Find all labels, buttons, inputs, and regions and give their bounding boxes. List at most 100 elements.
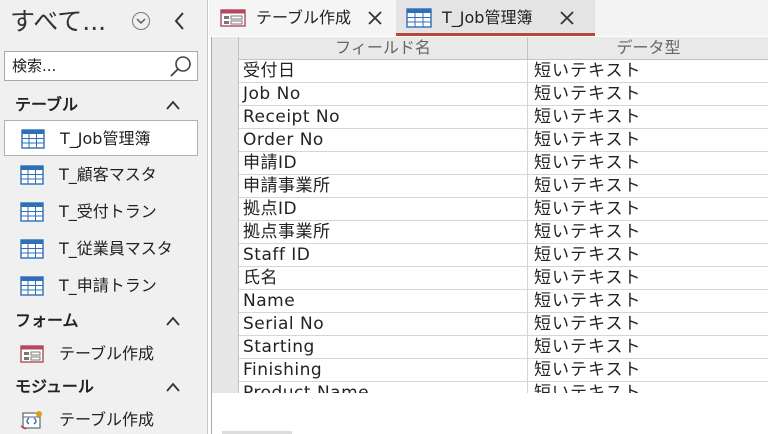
data-type-cell[interactable]: 短いテキスト: [528, 175, 768, 198]
column-header-field-name[interactable]: フィールド名: [239, 37, 528, 60]
table-row[interactable]: Name 短いテキスト: [212, 290, 768, 313]
data-type-cell[interactable]: 短いテキスト: [528, 313, 768, 336]
group-label: モジュール: [15, 377, 94, 396]
data-type-cell[interactable]: 短いテキスト: [528, 221, 768, 244]
nav-item-t-job[interactable]: T_Job管理簿: [4, 120, 198, 156]
tab-label: テーブル作成: [256, 8, 352, 27]
data-type-cell[interactable]: 短いテキスト: [528, 106, 768, 129]
nav-item-t-customer[interactable]: T_顧客マスタ: [4, 157, 198, 193]
field-name-cell[interactable]: Order No: [239, 129, 528, 152]
table-row[interactable]: 申請事業所 短いテキスト: [212, 175, 768, 198]
nav-item-module-create-table[interactable]: テーブル作成: [4, 402, 198, 434]
data-type-cell[interactable]: 短いテキスト: [528, 129, 768, 152]
table-row[interactable]: Order No 短いテキスト: [212, 129, 768, 152]
data-type-cell[interactable]: 短いテキスト: [528, 60, 768, 83]
table-icon: [20, 165, 44, 185]
column-header-data-type[interactable]: データ型: [528, 37, 768, 60]
field-name-cell[interactable]: Finishing: [239, 359, 528, 382]
nav-item-label: T_Job管理簿: [60, 129, 151, 148]
table-row[interactable]: 拠点ID 短いテキスト: [212, 198, 768, 221]
field-name-cell[interactable]: 氏名: [239, 267, 528, 290]
row-selector[interactable]: [212, 129, 239, 152]
data-type-cell[interactable]: 短いテキスト: [528, 267, 768, 290]
data-type-cell[interactable]: 短いテキスト: [528, 152, 768, 175]
row-selector[interactable]: [212, 221, 239, 244]
group-header-forms[interactable]: フォーム: [0, 306, 208, 336]
row-selector[interactable]: [212, 106, 239, 129]
grid-header-row: フィールド名 データ型: [212, 37, 768, 60]
search-icon[interactable]: [168, 54, 194, 78]
table-row[interactable]: 拠点事業所 短いテキスト: [212, 221, 768, 244]
select-all-corner[interactable]: [212, 37, 239, 60]
row-selector[interactable]: [212, 336, 239, 359]
search-input[interactable]: [5, 52, 165, 80]
data-type-cell[interactable]: 短いテキスト: [528, 359, 768, 382]
field-name-cell[interactable]: 申請事業所: [239, 175, 528, 198]
close-icon[interactable]: [366, 9, 384, 27]
search-box: [4, 51, 198, 81]
row-selector[interactable]: [212, 382, 239, 393]
field-name-cell[interactable]: Name: [239, 290, 528, 313]
nav-item-t-reception[interactable]: T_受付トラン: [4, 194, 198, 230]
table-icon: [406, 8, 432, 28]
nav-item-t-application[interactable]: T_申請トラン: [4, 268, 198, 304]
row-selector[interactable]: [212, 198, 239, 221]
table-icon: [20, 276, 44, 296]
field-name-cell[interactable]: Starting: [239, 336, 528, 359]
data-type-cell[interactable]: 短いテキスト: [528, 198, 768, 221]
field-name-cell[interactable]: Job No: [239, 83, 528, 106]
nav-item-label: テーブル作成: [59, 344, 155, 363]
row-selector[interactable]: [212, 244, 239, 267]
table-row[interactable]: Staff ID 短いテキスト: [212, 244, 768, 267]
data-type-cell[interactable]: 短いテキスト: [528, 83, 768, 106]
field-name-cell[interactable]: 拠点事業所: [239, 221, 528, 244]
row-selector[interactable]: [212, 359, 239, 382]
group-label: フォーム: [15, 311, 79, 330]
field-name-cell[interactable]: 拠点ID: [239, 198, 528, 221]
table-row[interactable]: 申請ID 短いテキスト: [212, 152, 768, 175]
row-selector[interactable]: [212, 267, 239, 290]
nav-item-label: T_従業員マスタ: [59, 239, 173, 258]
field-name-cell[interactable]: Serial No: [239, 313, 528, 336]
table-design-grid: フィールド名 データ型 受付日 短いテキスト Job No 短いテキスト Receipt…: [211, 37, 768, 393]
field-name-cell[interactable]: Receipt No: [239, 106, 528, 129]
row-selector[interactable]: [212, 152, 239, 175]
group-label: テーブル: [15, 95, 79, 114]
row-selector[interactable]: [212, 83, 239, 106]
tab-t-job-table[interactable]: T_Job管理簿: [396, 0, 595, 36]
nav-title[interactable]: すべて...: [10, 4, 106, 40]
field-name-cell[interactable]: 受付日: [239, 60, 528, 83]
data-type-cell[interactable]: 短いテキスト: [528, 244, 768, 267]
table-row[interactable]: Serial No 短いテキスト: [212, 313, 768, 336]
group-header-tables[interactable]: テーブル: [0, 90, 208, 120]
table-row[interactable]: 受付日 短いテキスト: [212, 60, 768, 83]
field-name-cell[interactable]: 申請ID: [239, 152, 528, 175]
row-selector[interactable]: [212, 175, 239, 198]
data-type-cell[interactable]: 短いテキスト: [528, 382, 768, 393]
table-row[interactable]: Finishing 短いテキスト: [212, 359, 768, 382]
table-icon: [21, 129, 45, 149]
chevron-up-icon: [164, 97, 182, 111]
table-row[interactable]: Job No 短いテキスト: [212, 83, 768, 106]
navigation-pane: すべて... テーブル T_Job管理簿: [0, 0, 208, 434]
group-header-modules[interactable]: モジュール: [0, 372, 208, 402]
data-type-cell[interactable]: 短いテキスト: [528, 336, 768, 359]
field-name-cell[interactable]: Staff ID: [239, 244, 528, 267]
tab-create-table-form[interactable]: テーブル作成: [210, 0, 396, 36]
close-icon[interactable]: [558, 9, 576, 27]
nav-dropdown-icon[interactable]: [132, 12, 150, 30]
row-selector[interactable]: [212, 290, 239, 313]
field-name-cell[interactable]: Product Name: [239, 382, 528, 393]
nav-header: すべて...: [0, 0, 208, 46]
nav-item-t-employee[interactable]: T_従業員マスタ: [4, 231, 198, 267]
table-row[interactable]: Product Name 短いテキスト: [212, 382, 768, 393]
row-selector[interactable]: [212, 60, 239, 83]
table-row[interactable]: Receipt No 短いテキスト: [212, 106, 768, 129]
field-properties-area: [211, 393, 768, 434]
row-selector[interactable]: [212, 313, 239, 336]
collapse-pane-icon[interactable]: [170, 10, 190, 32]
nav-item-form-create-table[interactable]: テーブル作成: [4, 336, 198, 372]
table-row[interactable]: 氏名 短いテキスト: [212, 267, 768, 290]
data-type-cell[interactable]: 短いテキスト: [528, 290, 768, 313]
table-row[interactable]: Starting 短いテキスト: [212, 336, 768, 359]
